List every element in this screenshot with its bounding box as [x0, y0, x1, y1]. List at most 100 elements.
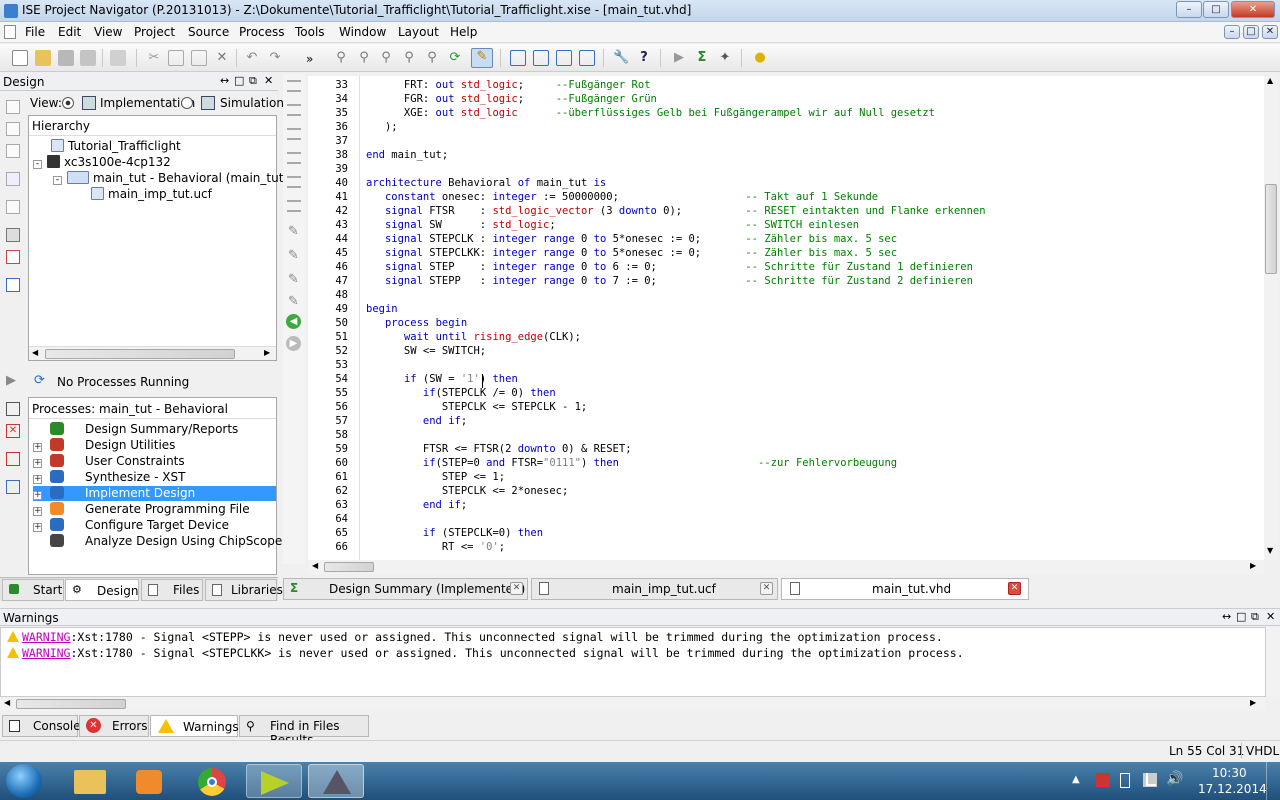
simulation-radio[interactable] [181, 97, 193, 109]
undo-icon[interactable]: ↶ [244, 50, 260, 66]
expand-icon[interactable]: + [33, 475, 42, 484]
move-icon[interactable]: ↔ [220, 74, 229, 87]
clock-date[interactable]: 17.12.2014 [1198, 782, 1267, 796]
editor-v-thumb[interactable] [1265, 184, 1277, 274]
scroll-left-icon[interactable]: ◀ [4, 698, 10, 707]
bookmark-icon[interactable] [287, 152, 301, 164]
code-line[interactable]: process begin [366, 316, 467, 330]
process-item[interactable]: Design Summary/Reports [33, 422, 276, 437]
doc-close-button[interactable]: ✕ [1262, 25, 1278, 39]
flag-icon[interactable] [1096, 773, 1110, 787]
expand-icon[interactable]: + [33, 507, 42, 516]
process-item[interactable]: + User Constraints [33, 454, 276, 469]
process-item[interactable]: + Implement Design [33, 486, 276, 501]
implementation-radio[interactable] [62, 97, 74, 109]
check-doc-icon[interactable] [6, 250, 20, 264]
collapse-icon[interactable]: - [53, 176, 62, 185]
tab-design[interactable]: ⚙ Design [65, 579, 139, 601]
scroll-left-icon[interactable]: ◀ [32, 348, 38, 357]
code-line[interactable]: if (SW = '1') then [366, 372, 518, 386]
outdent-icon[interactable] [287, 104, 301, 116]
code-line[interactable]: FGR: out std_logic; --Fußgänger Grün [366, 92, 657, 106]
doc-restore-button[interactable]: □ [1243, 25, 1259, 39]
menu-source[interactable]: Source [188, 25, 229, 39]
refresh-icon[interactable]: ⟳ [447, 50, 463, 66]
clock-time[interactable]: 10:30 [1212, 766, 1247, 780]
warning-link[interactable]: WARNING [22, 646, 70, 660]
tree-item-module[interactable]: - main_tut - Behavioral (main_tut [53, 171, 283, 185]
tab-close-icon[interactable]: ✕ [1008, 582, 1021, 595]
warning-link[interactable]: WARNING [22, 630, 70, 644]
expand-icon[interactable]: + [33, 523, 42, 532]
code-line[interactable]: end if; [366, 498, 467, 512]
process-item[interactable]: + Synthesize - XST [33, 470, 276, 485]
menu-edit[interactable]: Edit [58, 25, 81, 39]
editor-h-thumb[interactable] [324, 562, 374, 572]
scroll-right-icon[interactable]: ▶ [1250, 698, 1256, 707]
restore-icon[interactable]: ⧉ [249, 74, 257, 88]
hierarchy-icon[interactable] [6, 172, 20, 186]
code-line[interactable]: constant onesec: integer := 50000000; --… [366, 190, 878, 204]
expand-icon[interactable]: + [33, 491, 42, 500]
cut-icon[interactable]: ✂ [146, 50, 162, 66]
indent-icon[interactable] [287, 80, 301, 92]
code-line[interactable]: RT <= '0'; [366, 540, 505, 554]
zoom-area-icon[interactable]: ⚲ [401, 50, 417, 66]
add-source-icon[interactable] [6, 100, 20, 114]
paste-icon[interactable] [191, 50, 207, 66]
run-icon[interactable]: ▶ [671, 50, 687, 66]
taskbar-media[interactable] [122, 764, 178, 798]
code-editor[interactable]: 33 34 35 36 37 38 39 40 41 42 43 44 45 46 47 48 49 50 51 52… [308, 76, 1264, 560]
new-file-icon[interactable] [12, 50, 28, 66]
save-all-icon[interactable] [80, 50, 96, 66]
tree-item-device[interactable]: - xc3s100e-4cp132 [33, 155, 171, 169]
code-line[interactable]: STEP <= 1; [366, 470, 505, 484]
collapse-icon[interactable]: - [33, 160, 42, 169]
delete-icon[interactable]: ✕ [214, 50, 230, 66]
minimize-button[interactable]: – [1176, 1, 1202, 18]
code-line[interactable]: if (STEPCLK=0) then [366, 526, 543, 540]
warnings-h-scrollbar[interactable]: ◀ ▶ [0, 697, 1266, 711]
code-line[interactable]: end if; [366, 414, 467, 428]
network-icon[interactable] [1146, 773, 1156, 786]
scroll-right-icon[interactable]: ▶ [264, 348, 270, 357]
panel-close-icon[interactable]: ✕ [264, 74, 273, 87]
warning-report-icon[interactable] [6, 452, 20, 466]
hierarchy-h-thumb[interactable] [45, 349, 235, 359]
move-icon[interactable]: ↔ [1222, 610, 1231, 623]
panel-close-icon[interactable]: ✕ [1266, 610, 1275, 623]
warnings-h-thumb[interactable] [16, 699, 126, 709]
menu-project[interactable]: Project [134, 25, 175, 39]
battery-icon[interactable] [1120, 773, 1130, 788]
doc-minimize-button[interactable]: – [1224, 25, 1240, 39]
remove-icon[interactable] [6, 144, 20, 158]
menu-layout[interactable]: Layout [398, 25, 439, 39]
tab-libraries[interactable]: Libraries [205, 579, 283, 601]
highlight-icon[interactable]: ✎ [471, 48, 493, 68]
tab-find-results[interactable]: ⚲Find in Files Results [239, 715, 369, 747]
forward-icon[interactable]: ▶ [286, 336, 301, 351]
code-line[interactable]: signal FTSR : std_logic_vector (3 downto… [366, 204, 986, 218]
warnings-v-scrollbar[interactable] [1266, 627, 1280, 697]
zoom-in-icon[interactable]: ⚲ [333, 50, 349, 66]
menu-view[interactable]: View [94, 25, 122, 39]
close-button[interactable]: ✕ [1231, 1, 1275, 18]
tile-vertical-icon[interactable] [556, 50, 572, 66]
process-item[interactable]: + Design Utilities [33, 438, 276, 453]
tree-item-ucf[interactable]: main_imp_tut.ucf [91, 187, 212, 201]
menu-tools[interactable]: Tools [295, 25, 325, 39]
process-item[interactable]: + Generate Programming File [33, 502, 276, 517]
show-desktop-button[interactable] [1266, 762, 1280, 800]
sum-icon[interactable]: Σ [694, 50, 710, 66]
save-icon[interactable] [58, 50, 74, 66]
process-item[interactable]: Analyze Design Using ChipScope [33, 534, 282, 549]
tile-horizontal-icon[interactable] [533, 50, 549, 66]
comment-icon[interactable] [287, 128, 301, 140]
code-line[interactable]: signal SW : std_logic; -- SWITCH einlese… [366, 218, 859, 232]
code-line[interactable]: if(STEPCLK /= 0) then [366, 386, 556, 400]
open-icon[interactable] [35, 50, 51, 66]
taskbar-ise[interactable] [246, 764, 302, 798]
pin-icon[interactable]: ✦ [717, 50, 733, 66]
code-line[interactable]: SW <= SWITCH; [366, 344, 486, 358]
zoom-out-icon[interactable]: ⚲ [356, 50, 372, 66]
